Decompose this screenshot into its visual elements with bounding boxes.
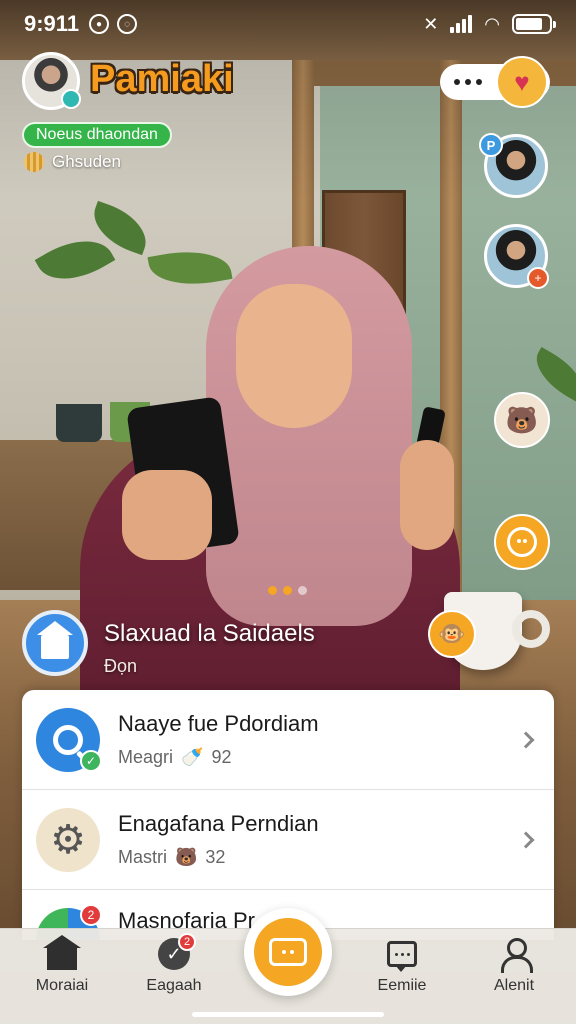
emoji-button[interactable]: [494, 514, 550, 570]
carousel-indicator: [268, 586, 307, 595]
coin-icon: [24, 152, 44, 172]
status-bar: 9:911 ● ◌ ✕ ◠: [0, 0, 576, 48]
app-title: Pamiaki: [90, 58, 234, 100]
message-icon: [384, 937, 420, 972]
caption-title: Slaxuad la Saidaels: [104, 620, 315, 647]
carousel-dot[interactable]: [298, 586, 307, 595]
nav-label: Eemiie: [377, 977, 427, 994]
nav-item-home[interactable]: Moraiai: [14, 929, 110, 1024]
list-card: ✓ Naaye fue Pdordiam Meagri 🍼 92 ⚙ Enaga…: [22, 690, 554, 940]
more-icon-dot: [465, 79, 471, 85]
sync-icon: ◌: [117, 14, 138, 34]
list-item-meta-value: 32: [205, 847, 226, 867]
signal-icon: [450, 15, 473, 33]
notification-icon: ●: [89, 14, 110, 34]
check-circle-icon: ✓ 2: [156, 933, 196, 971]
monkey-sticker-button[interactable]: 🐵: [428, 610, 476, 658]
nav-badge: 2: [178, 933, 196, 951]
status-badge[interactable]: Noeus dhaondan: [22, 122, 172, 148]
caption-subtitle: Đọn: [104, 656, 138, 676]
home-icon: [43, 935, 81, 971]
person-icon: [496, 937, 533, 973]
more-icon-dot: [476, 79, 482, 85]
notification-badge: 2: [80, 904, 102, 926]
battery-icon: [512, 14, 556, 34]
nav-label: Alenit: [493, 977, 535, 994]
nav-item-profile[interactable]: Alenit: [466, 929, 562, 1024]
status-time: 9:911: [24, 11, 80, 36]
bear-sticker-button[interactable]: 🐻: [494, 392, 550, 448]
wifi-icon: ◠: [484, 13, 500, 34]
nav-item-messages[interactable]: Eemiie: [354, 929, 450, 1024]
home-indicator[interactable]: [192, 1012, 384, 1017]
profile-avatar[interactable]: [22, 52, 81, 110]
carousel-dot[interactable]: [283, 586, 292, 595]
pin-icon: P: [479, 133, 503, 157]
list-item-meta-label: Mastri: [118, 847, 167, 867]
carousel-dot[interactable]: [268, 586, 277, 595]
love-emoji-button[interactable]: ♥: [496, 56, 548, 108]
check-icon: ✓: [80, 749, 102, 772]
nav-item-tasks[interactable]: ✓ 2 Eagaah: [126, 929, 222, 1024]
profile-subtitle-text: Ghsuden: [52, 152, 121, 171]
nav-label: Eagaah: [146, 977, 202, 994]
nav-label: Moraiai: [35, 977, 89, 994]
list-item-meta-label: Meagri: [118, 747, 174, 767]
gear-icon: ⚙: [36, 807, 100, 872]
home-shortcut-button[interactable]: [22, 610, 88, 676]
verified-badge-icon: [61, 89, 81, 109]
center-chat-button[interactable]: [244, 908, 332, 996]
bottle-icon: 🍼: [181, 747, 204, 767]
list-item[interactable]: ✓ Naaye fue Pdordiam Meagri 🍼 92: [22, 690, 554, 790]
host-avatar-2[interactable]: +: [484, 224, 549, 289]
add-icon: +: [527, 267, 549, 289]
host-avatar-1[interactable]: P: [479, 133, 548, 198]
smile-icon: [507, 527, 537, 557]
chat-icon: [269, 938, 307, 966]
profile-subtitle: Ghsuden: [24, 152, 121, 172]
bear-icon: 🐻: [175, 847, 198, 867]
list-item-title: Naaye fue Pdordiam: [118, 711, 319, 736]
list-item-title: Enagafana Perndian: [118, 811, 319, 836]
search-icon: ✓: [36, 707, 102, 772]
more-icon: [454, 79, 460, 85]
mute-icon: ✕: [423, 13, 439, 34]
list-item[interactable]: ⚙ Enagafana Perndian Mastri 🐻 32: [22, 790, 554, 890]
list-item-meta-value: 92: [211, 747, 232, 767]
house-icon: [37, 621, 73, 659]
